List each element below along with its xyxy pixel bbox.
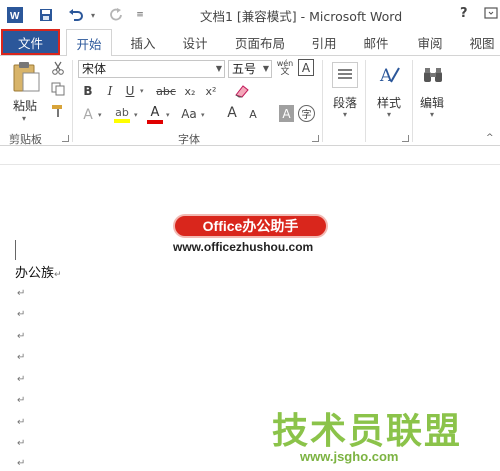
undo-dropdown-icon[interactable]: ▾ [88,6,98,24]
paragraph-mark: ↵ [17,352,26,363]
font-name-value: 宋体 [82,62,107,76]
italic-button[interactable]: I [102,83,118,99]
editing-dropdown-icon[interactable]: ▾ [430,110,434,119]
ribbon-tabs: 文件 开始 插入 设计 页面布局 引用 邮件 审阅 视图 [0,29,500,56]
tab-home[interactable]: 开始 [66,29,112,56]
clipboard-launcher-icon[interactable] [62,135,69,142]
styles-launcher-icon[interactable] [402,135,409,142]
chevron-down-icon: ▼ [215,64,222,73]
underline-button[interactable]: U [122,83,138,99]
paragraph-mark: ↵ [17,331,26,342]
highlight-button[interactable]: ab [112,104,132,124]
paste-dropdown-icon[interactable]: ▾ [22,114,26,123]
text-effects-dropdown-icon[interactable]: ▾ [98,111,102,119]
cut-icon[interactable] [50,60,66,76]
phonetic-guide-char: 文 [280,67,290,77]
collapse-ribbon-icon[interactable]: ^ [486,133,494,143]
watermark-badge: Office办公助手 [173,214,328,238]
svg-text:W: W [10,11,20,22]
title-bar: W ▾ ≡ 文档1 [兼容模式] - Microsoft Word ? [0,0,500,29]
grow-font-button[interactable]: A [224,104,240,122]
text-cursor [15,240,16,260]
editing-group-label[interactable]: 编辑 [420,94,444,111]
styles-icon[interactable]: A [378,62,402,88]
svg-text:A: A [379,66,393,86]
tab-references[interactable]: 引用 [305,29,343,55]
paragraph-group-label[interactable]: 段落 [333,94,357,111]
paragraph-mark: ↵ [17,438,26,449]
find-binoculars-icon[interactable] [420,62,446,88]
font-color-dropdown-icon[interactable]: ▾ [166,111,170,119]
tab-file[interactable]: 文件 [1,29,60,55]
highlight-dropdown-icon[interactable]: ▾ [134,111,138,119]
tab-view[interactable]: 视图 [463,29,500,55]
copy-icon[interactable] [50,81,66,97]
phonetic-guide-button[interactable]: wén 文 [276,58,294,78]
subscript-button[interactable]: x₂ [181,83,199,99]
strikethrough-button[interactable]: abc [155,83,177,99]
tab-review[interactable]: 审阅 [411,29,449,55]
separator [72,60,73,142]
paragraph-mark: ↵ [17,395,26,406]
tab-page-layout[interactable]: 页面布局 [228,29,292,55]
undo-icon[interactable] [66,6,86,24]
separator [322,60,323,142]
styles-group-label[interactable]: 样式 [377,94,401,111]
underline-dropdown-icon[interactable]: ▾ [140,87,144,95]
paragraph-mark: ↵ [54,270,62,280]
ribbon-home: 粘贴 ▾ 剪贴板 宋体 ▼ 五号 ▼ wén 文 A B I U ▾ abc x… [0,55,500,146]
text-effects-button[interactable]: A [80,106,96,124]
font-color-swatch [147,119,163,124]
paragraph-mark: ↵ [17,288,26,299]
clipboard-group-label: 剪贴板 [9,133,42,146]
shrink-font-button[interactable]: A [245,106,261,122]
paragraph-mark: ↵ [17,374,26,385]
font-launcher-icon[interactable] [312,135,319,142]
font-size-value: 五号 [232,62,257,76]
paragraph-mark: ↵ [17,458,26,469]
window-title: 文档1 [兼容模式] - Microsoft Word [200,9,403,24]
document-top-margin [0,147,500,165]
char-border-button[interactable]: A [298,59,314,76]
separator [365,60,366,142]
font-color-a-icon: A [150,104,160,120]
paste-icon[interactable] [10,60,42,94]
document-text-content: 办公族 [15,266,55,281]
paragraph-mark: ↵ [17,417,26,428]
site-watermark-name: 技术员联盟 [272,411,463,452]
font-size-combo[interactable]: 五号 ▼ [228,60,272,78]
watermark-url: www.officezhushou.com [173,240,314,254]
superscript-button[interactable]: x² [202,83,220,99]
font-name-combo[interactable]: 宋体 ▼ [78,60,225,78]
font-group-label: 字体 [178,133,200,146]
format-painter-icon[interactable] [50,103,66,119]
highlighter-icon: ab [115,105,129,119]
styles-dropdown-icon[interactable]: ▾ [387,110,391,119]
site-watermark-url: www.jsgho.com [300,449,399,464]
tab-insert[interactable]: 插入 [124,29,162,55]
paragraph-mark: ↵ [17,309,26,320]
change-case-dropdown-icon[interactable]: ▾ [201,111,205,119]
enclose-characters-button[interactable]: 字 [298,105,315,122]
document-text[interactable]: 办公族↵ [15,262,62,281]
word-app-icon[interactable]: W [6,6,24,24]
clear-formatting-icon[interactable] [232,82,252,100]
help-button[interactable]: ? [460,6,468,21]
paste-label[interactable]: 粘贴 [13,97,37,114]
highlight-color-swatch [114,118,130,123]
change-case-button[interactable]: Aa [178,106,200,122]
bold-button[interactable]: B [80,83,96,99]
tab-design[interactable]: 设计 [176,29,214,55]
redo-icon[interactable] [107,6,127,24]
chevron-down-icon: ▼ [262,64,269,73]
save-icon[interactable] [36,6,56,24]
tab-mailings[interactable]: 邮件 [357,29,395,55]
paragraph-dropdown-icon[interactable]: ▾ [343,110,347,119]
paragraph-icon[interactable] [332,62,358,88]
ribbon-display-options-icon[interactable] [484,6,500,20]
char-shading-button[interactable]: A [279,105,294,122]
font-color-button[interactable]: A [146,104,164,124]
separator [412,60,413,142]
customize-qat-icon[interactable]: ≡ [135,6,145,24]
